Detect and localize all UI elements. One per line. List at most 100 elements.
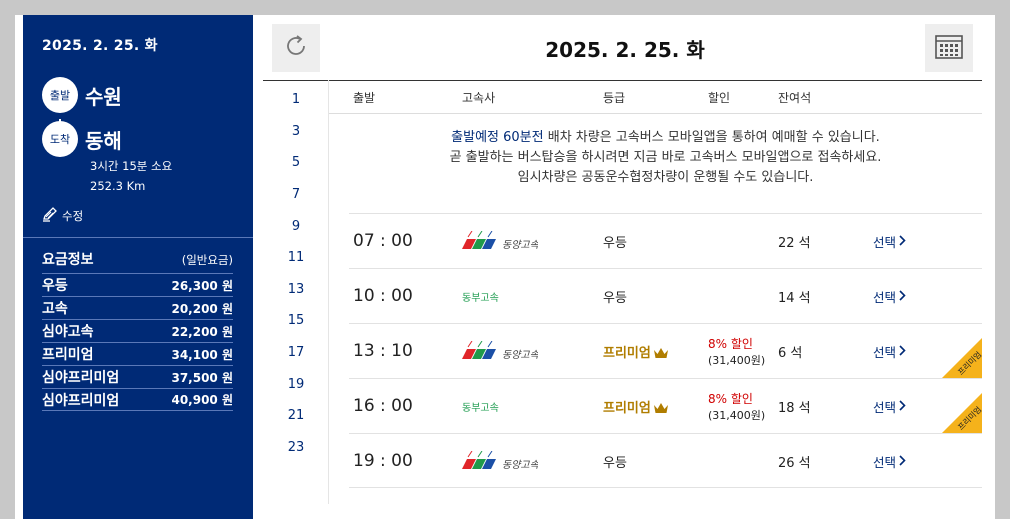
edit-button[interactable]: 수정: [42, 206, 83, 225]
fare-price: 37,500 원: [171, 370, 233, 385]
premium-ribbon: 프리미엄: [942, 338, 982, 378]
fare-info-subtitle: (일반요금): [181, 253, 233, 267]
fare-grade: 우등: [42, 278, 68, 294]
hour-link[interactable]: 11: [263, 250, 329, 265]
hour-link[interactable]: 15: [263, 313, 329, 328]
departure-time: 13 : 10: [353, 341, 413, 361]
col-discount: 할인: [708, 91, 731, 105]
chevron-right-icon: [899, 234, 906, 249]
select-button[interactable]: 선택: [873, 342, 906, 361]
bus-grade: 우등: [603, 452, 627, 471]
departure-terminal: 수원: [85, 84, 122, 109]
discount-price: (31,400원): [708, 354, 766, 367]
panel-divider: [23, 237, 253, 238]
arrival-badge: 도착: [42, 121, 78, 157]
bus-company: 동양고속: [462, 450, 540, 471]
notice-text: 출발예정 60분전 배차 차량은 고속버스 모바일앱을 통하여 예매할 수 있습…: [349, 128, 982, 188]
dongyang-logo-icon: 동양고속: [462, 450, 540, 471]
hour-link[interactable]: 1: [263, 92, 329, 107]
col-seats: 잔여석: [778, 91, 812, 105]
discount-price: (31,400원): [708, 409, 766, 422]
select-label: 선택: [873, 455, 897, 470]
select-button[interactable]: 선택: [873, 287, 906, 306]
bus-grade: 우등: [603, 287, 627, 306]
select-button[interactable]: 선택: [873, 232, 906, 251]
chevron-right-icon: [899, 454, 906, 469]
bus-grade-label: 프리미엄: [603, 401, 651, 416]
fare-list: 우등 26,300 원 고속 20,200 원 심야고속 22,200 원 프리미엄 3…: [42, 273, 233, 411]
fare-row: 심야프리미엄 37,500 원: [42, 365, 233, 388]
bus-grade: 프리미엄: [603, 342, 669, 361]
hour-link[interactable]: 23: [263, 440, 329, 455]
col-departure: 출발: [353, 91, 376, 105]
pencil-icon: [42, 206, 58, 225]
fare-grade: 프리미엄: [42, 347, 94, 363]
departure-badge: 출발: [42, 77, 78, 113]
header-divider: [263, 80, 982, 81]
fare-price: 40,900 원: [171, 393, 233, 407]
trip-summary-panel: 2025. 2. 25. 화 출발 수원 도착 동해 3시간 15분 소요 25…: [23, 15, 253, 519]
fare-price: 22,200 원: [171, 324, 233, 339]
schedule-row: 19 : 00 동양고속 우등 26 석 선택: [349, 433, 982, 488]
hour-link[interactable]: 7: [263, 187, 329, 202]
departure-time: 10 : 00: [353, 286, 413, 306]
remaining-seats: 22 석: [778, 236, 811, 251]
chevron-right-icon: [899, 289, 906, 304]
hour-link[interactable]: 13: [263, 282, 329, 297]
crown-icon: [653, 403, 668, 413]
hour-link[interactable]: 17: [263, 345, 329, 360]
fare-row: 우등 26,300 원: [42, 273, 233, 296]
refresh-icon: [283, 33, 309, 63]
edit-label: 수정: [62, 208, 84, 223]
fare-grade: 심야프리미엄: [42, 392, 120, 409]
hour-link[interactable]: 5: [263, 155, 329, 170]
trip-date: 2025. 2. 25. 화: [42, 38, 158, 54]
svg-text:동양고속: 동양고속: [502, 349, 538, 361]
fare-grade: 고속: [42, 301, 68, 317]
select-label: 선택: [873, 345, 897, 360]
remaining-seats: 26 석: [778, 456, 811, 471]
fare-grade: 심야프리미엄: [42, 370, 120, 386]
bus-grade-label: 우등: [603, 456, 627, 471]
bus-company: 동부고속: [462, 293, 499, 304]
hour-link[interactable]: 21: [263, 408, 329, 423]
bus-grade-label: 우등: [603, 236, 627, 251]
hour-link[interactable]: 19: [263, 377, 329, 392]
column-header-divider: [329, 113, 982, 114]
bus-grade: 우등: [603, 232, 627, 251]
bus-company: 동양고속: [462, 340, 540, 361]
trip-duration: 3시간 15분 소요: [90, 159, 173, 173]
select-button[interactable]: 선택: [873, 452, 906, 471]
bus-grade: 프리미엄: [603, 397, 669, 416]
refresh-button[interactable]: [272, 24, 320, 72]
remaining-seats: 14 석: [778, 291, 811, 306]
arrival-stop: 도착 동해: [42, 121, 122, 157]
chevron-right-icon: [899, 399, 906, 414]
arrival-terminal: 동해: [85, 128, 122, 153]
notice-line-3: 임시차량은 공동운수협정차량이 운행될 수도 있습니다.: [517, 170, 814, 185]
notice-line-1-rest: 배차 차량은 고속버스 모바일앱을 통하여 예매할 수 있습니다.: [543, 130, 880, 145]
remaining-seats: 18 석: [778, 401, 811, 416]
departure-time: 19 : 00: [353, 451, 413, 471]
fare-price: 34,100 원: [171, 347, 233, 362]
select-button[interactable]: 선택: [873, 397, 906, 416]
select-label: 선택: [873, 235, 897, 250]
dongyang-logo-icon: 동양고속: [462, 230, 540, 251]
departure-time: 07 : 00: [353, 231, 413, 251]
hour-link[interactable]: 3: [263, 124, 329, 139]
dongyang-logo-icon: 동양고속: [462, 340, 540, 361]
hour-link[interactable]: 9: [263, 219, 329, 234]
bus-company: 동부고속: [462, 403, 499, 414]
trip-distance: 252.3 Km: [90, 179, 146, 193]
schedule-date: 2025. 2. 25. 화: [545, 38, 705, 62]
fare-price: 20,200 원: [171, 301, 233, 316]
schedule-row: 10 : 00 동부고속 우등 14 석 선택: [349, 268, 982, 323]
discount-rate: 8% 할인: [708, 392, 753, 406]
schedule-row: 07 : 00 동양고속 우등 22 석 선택: [349, 213, 982, 268]
fare-row: 심야고속 22,200 원: [42, 319, 233, 342]
calendar-button[interactable]: [925, 24, 973, 72]
departure-time: 16 : 00: [353, 396, 413, 416]
svg-text:동양고속: 동양고속: [502, 239, 538, 251]
notice-line-2: 곧 출발하는 버스탑승을 하시려면 지금 바로 고속버스 모바일앱으로 접속하세…: [449, 150, 882, 165]
discount-rate: 8% 할인: [708, 337, 753, 351]
